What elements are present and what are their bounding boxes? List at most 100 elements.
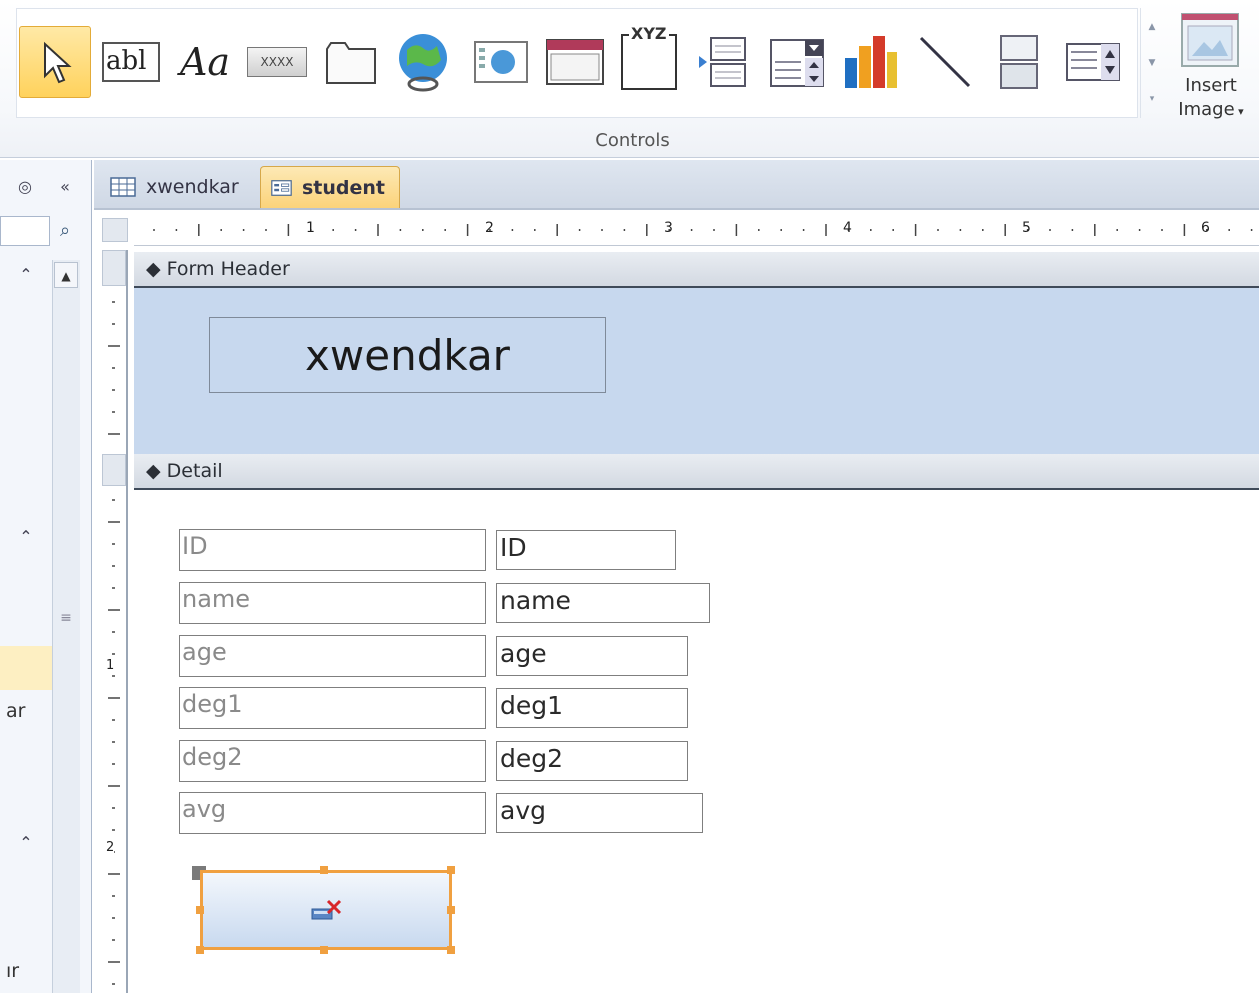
nav-item-label[interactable]: ar bbox=[6, 700, 25, 722]
gallery-scroll-down-icon[interactable]: ▼ bbox=[1144, 48, 1160, 78]
nav-item-selected[interactable] bbox=[0, 646, 52, 690]
navigation-control-icon bbox=[546, 39, 604, 85]
navigation-control-tool[interactable] bbox=[539, 26, 611, 98]
navigation-pane: ◎ « ⌕ ▲ ≡ ⌃ ⌃ ⌃ ar ır bbox=[0, 160, 92, 993]
button-wizard-icon bbox=[311, 899, 342, 920]
field-label-deg1[interactable]: deg1 bbox=[179, 687, 486, 729]
field-deg1[interactable]: deg1 bbox=[496, 688, 688, 728]
tab-student[interactable]: student bbox=[260, 166, 400, 208]
title-label[interactable]: xwendkar bbox=[209, 317, 606, 393]
page-break-icon bbox=[699, 37, 746, 87]
nav-search-input[interactable] bbox=[0, 216, 50, 246]
dropdown-arrow-icon: ▾ bbox=[1234, 105, 1244, 118]
document-tabs: xwendkar student bbox=[94, 160, 1259, 210]
ruler-mark: 2 bbox=[485, 220, 494, 236]
select-tool[interactable] bbox=[19, 26, 91, 98]
insert-image-button[interactable]: Insert Image ▾ bbox=[1170, 8, 1252, 126]
field-label-age[interactable]: age bbox=[179, 635, 486, 677]
scroll-up-icon[interactable]: ▲ bbox=[54, 262, 78, 288]
option-group-icon: XYZ bbox=[621, 24, 677, 90]
tab-label: xwendkar bbox=[146, 176, 239, 198]
ruler-mark: 1 bbox=[106, 658, 115, 673]
command-button[interactable] bbox=[200, 870, 452, 950]
gallery-scroll-up-icon[interactable]: ▲ bbox=[1144, 12, 1160, 42]
combo-box-tool[interactable] bbox=[761, 26, 833, 98]
section-arrow-icon: ◆ bbox=[146, 258, 161, 280]
list-box-tool[interactable] bbox=[1057, 26, 1129, 98]
section-arrow-icon: ◆ bbox=[146, 460, 161, 482]
section-label: Form Header bbox=[166, 258, 290, 280]
search-icon[interactable]: ⌕ bbox=[50, 216, 80, 246]
option-group-tool[interactable]: XYZ bbox=[613, 24, 685, 98]
web-browser-tool[interactable] bbox=[465, 26, 537, 98]
detail-bar[interactable]: ◆ Detail bbox=[134, 454, 1259, 490]
gallery-more-icon[interactable]: ▾ bbox=[1144, 84, 1160, 114]
ribbon: abl Aa XXXX XYZ ▲ ▼ ▾ Insert Image ▾ Con… bbox=[0, 0, 1259, 158]
resize-handle[interactable] bbox=[320, 946, 328, 954]
field-label-avg[interactable]: avg bbox=[179, 792, 486, 834]
form-selector[interactable] bbox=[102, 218, 128, 242]
line-icon bbox=[919, 36, 971, 88]
tab-xwendkar[interactable]: xwendkar bbox=[100, 166, 258, 208]
textbox-tool[interactable]: abl bbox=[95, 26, 167, 98]
hyperlink-tool[interactable] bbox=[389, 26, 461, 98]
textbox-icon: abl bbox=[102, 42, 160, 82]
select-icon bbox=[44, 41, 72, 84]
field-label-id[interactable]: ID bbox=[179, 529, 486, 571]
field-age[interactable]: age bbox=[496, 636, 688, 676]
table-icon bbox=[110, 177, 136, 197]
controls-group-label: Controls bbox=[595, 130, 670, 151]
chart-icon bbox=[845, 36, 897, 88]
resize-handle[interactable] bbox=[196, 946, 204, 954]
nav-group-collapse-icon[interactable]: ⌃ bbox=[0, 522, 52, 552]
chart-tool[interactable] bbox=[835, 26, 907, 98]
nav-group-collapse-icon[interactable]: ⌃ bbox=[0, 260, 52, 290]
nav-item-label[interactable]: ır bbox=[6, 960, 19, 982]
ruler-mark: 2 bbox=[106, 840, 115, 855]
page-break-tool[interactable] bbox=[687, 26, 759, 98]
section-label: Detail bbox=[166, 460, 223, 482]
image-icon bbox=[1181, 13, 1239, 67]
field-id[interactable]: ID bbox=[496, 530, 676, 570]
form-header-section[interactable]: xwendkar bbox=[134, 288, 1259, 454]
ruler-mark: 4 bbox=[843, 220, 852, 236]
resize-handle[interactable] bbox=[196, 906, 204, 914]
gallery-scroll: ▲ ▼ ▾ bbox=[1140, 8, 1162, 118]
resize-handle[interactable] bbox=[447, 946, 455, 954]
ruler-ticks bbox=[153, 224, 1253, 236]
resize-handle[interactable] bbox=[447, 866, 455, 874]
ruler-mark: 6 bbox=[1201, 220, 1210, 236]
nav-menu-icon[interactable]: ◎ bbox=[10, 172, 40, 202]
ruler-ticks bbox=[108, 301, 120, 985]
toggle-button-icon bbox=[1000, 35, 1038, 89]
form-header-bar[interactable]: ◆ Form Header bbox=[134, 252, 1259, 288]
combo-box-icon bbox=[770, 39, 824, 87]
controls-gallery: abl Aa XXXX XYZ bbox=[16, 8, 1138, 118]
vertical-ruler[interactable]: 1 2 bbox=[100, 250, 128, 993]
nav-group-collapse-icon[interactable]: ⌃ bbox=[0, 828, 52, 858]
button-icon: XXXX bbox=[247, 47, 307, 77]
field-avg[interactable]: avg bbox=[496, 793, 703, 833]
tab-control-tool[interactable] bbox=[315, 26, 387, 98]
form-design-surface: ◆ Form Header xwendkar ◆ Detail ID ID na… bbox=[134, 250, 1259, 993]
field-deg2[interactable]: deg2 bbox=[496, 741, 688, 781]
form-icon bbox=[271, 179, 292, 196]
list-box-icon bbox=[1066, 43, 1120, 81]
field-name[interactable]: name bbox=[496, 583, 710, 623]
collapse-nav-icon[interactable]: « bbox=[48, 172, 82, 202]
label-tool[interactable]: Aa bbox=[169, 26, 241, 98]
horizontal-ruler[interactable]: 1 2 3 4 5 6 bbox=[134, 214, 1259, 246]
scroll-thumb-icon[interactable]: ≡ bbox=[54, 610, 78, 640]
ruler-mark: 5 bbox=[1022, 220, 1031, 236]
web-browser-icon bbox=[474, 41, 528, 83]
field-label-name[interactable]: name bbox=[179, 582, 486, 624]
line-tool[interactable] bbox=[909, 26, 981, 98]
button-tool[interactable]: XXXX bbox=[241, 26, 313, 98]
ruler-mark: 3 bbox=[664, 220, 673, 236]
resize-handle[interactable] bbox=[320, 866, 328, 874]
toggle-button-tool[interactable] bbox=[983, 26, 1055, 98]
resize-handle[interactable] bbox=[447, 906, 455, 914]
insert-image-label: Insert Image ▾ bbox=[1178, 75, 1244, 120]
field-label-deg2[interactable]: deg2 bbox=[179, 740, 486, 782]
hyperlink-icon bbox=[399, 34, 447, 92]
